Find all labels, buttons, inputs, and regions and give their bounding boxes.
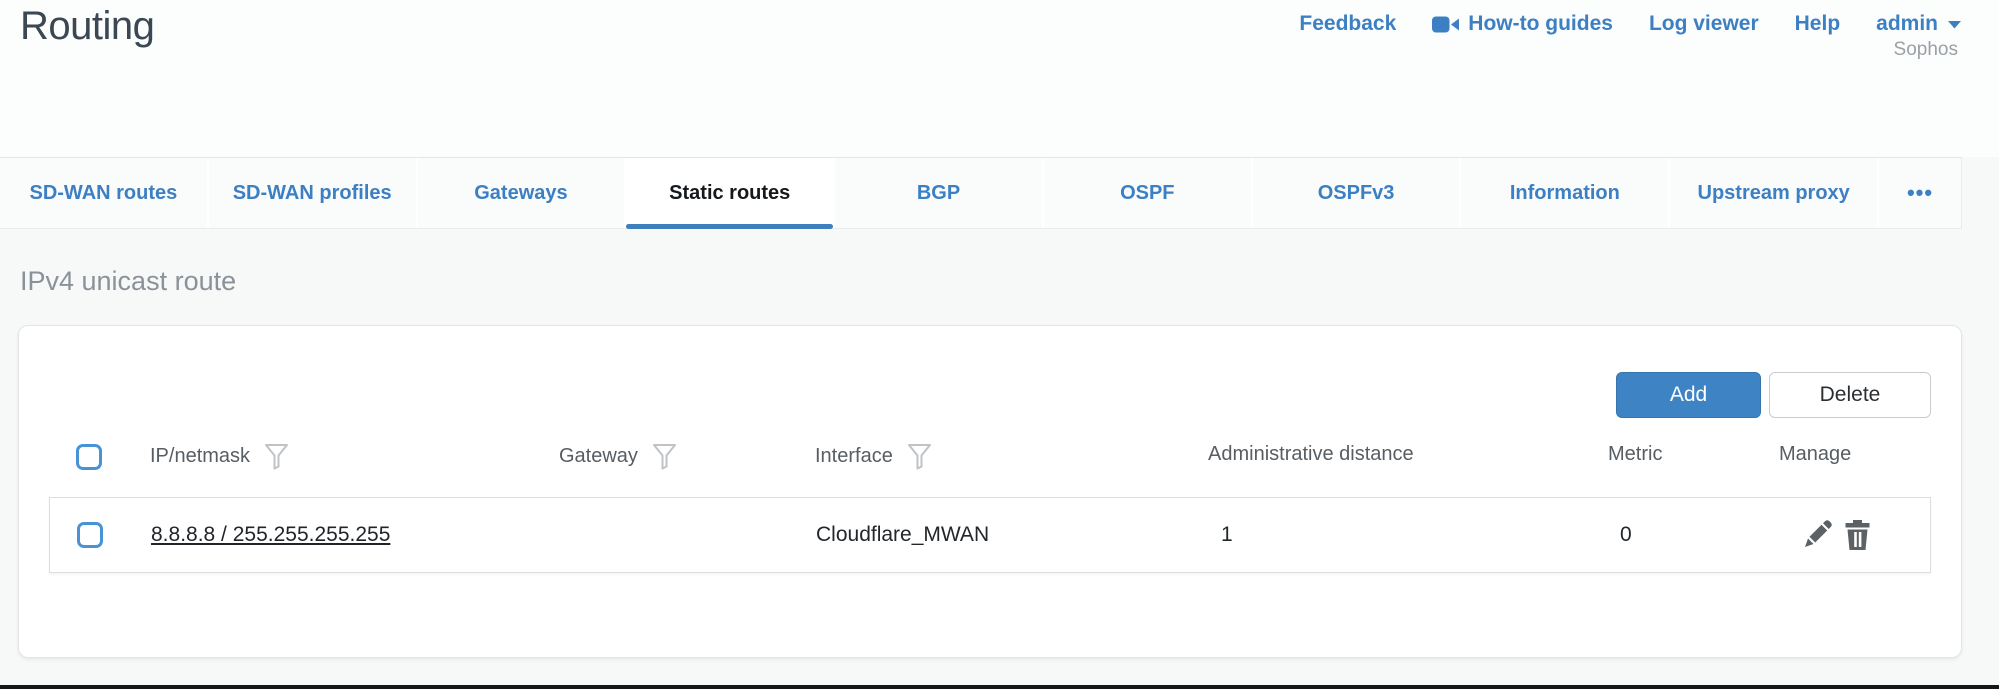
admin-distance-value: 1 (1221, 523, 1233, 547)
tab-ospfv3[interactable]: OSPFv3 (1253, 158, 1462, 228)
cell-metric: 0 (1620, 498, 1632, 572)
log-viewer-link-label: Log viewer (1649, 12, 1759, 36)
column-header-admin-distance: Administrative distance (1208, 443, 1414, 466)
cell-manage (1802, 498, 1871, 572)
column-header-interface: Interface (815, 443, 932, 470)
delete-button[interactable]: Delete (1769, 372, 1931, 418)
ip-netmask-link[interactable]: 8.8.8.8 / 255.255.255.255 (151, 523, 390, 547)
column-header-manage-label: Manage (1779, 443, 1851, 466)
cell-interface: Cloudflare_MWAN (816, 498, 989, 572)
tab-overflow-ellipsis[interactable]: ••• (1879, 158, 1961, 228)
feedback-link[interactable]: Feedback (1299, 12, 1396, 36)
tab-information[interactable]: Information (1461, 158, 1670, 228)
tab-ospf[interactable]: OSPF (1044, 158, 1253, 228)
howto-guides-link-label: How-to guides (1468, 12, 1613, 36)
static-routes-card: Add Delete IP/netmask Gateway Interface … (18, 325, 1962, 658)
row-checkbox[interactable] (77, 522, 103, 548)
screen-bottom-edge (0, 685, 1999, 689)
metric-value: 0 (1620, 523, 1632, 547)
account-name: Sophos (1894, 39, 1958, 61)
filter-funnel-icon[interactable] (264, 443, 289, 470)
admin-menu-label: admin (1876, 12, 1938, 36)
tab-gateways[interactable]: Gateways (418, 158, 627, 228)
add-button[interactable]: Add (1616, 372, 1761, 418)
routing-tab-bar: SD-WAN routes SD-WAN profiles Gateways S… (0, 157, 1962, 229)
delete-trash-icon[interactable] (1844, 520, 1871, 550)
admin-menu[interactable]: admin (1876, 12, 1962, 36)
tab-bgp[interactable]: BGP (835, 158, 1044, 228)
routing-page: Routing Feedback How-to guides Log viewe… (0, 0, 1999, 689)
top-bar: Routing Feedback How-to guides Log viewe… (0, 0, 1999, 157)
log-viewer-link[interactable]: Log viewer (1649, 12, 1759, 36)
cell-admin-distance: 1 (1221, 498, 1233, 572)
filter-funnel-icon[interactable] (907, 443, 932, 470)
tab-sdwan-profiles[interactable]: SD-WAN profiles (209, 158, 418, 228)
tab-sdwan-routes[interactable]: SD-WAN routes (0, 158, 209, 228)
column-header-interface-label: Interface (815, 445, 893, 468)
howto-guides-link[interactable]: How-to guides (1432, 12, 1613, 36)
column-header-ip-netmask-label: IP/netmask (150, 445, 250, 468)
select-all-checkbox[interactable] (76, 444, 102, 470)
video-camera-icon (1432, 15, 1459, 34)
column-header-gateway: Gateway (559, 443, 677, 470)
edit-pencil-icon[interactable] (1802, 520, 1832, 550)
column-header-manage: Manage (1779, 443, 1851, 466)
help-link-label: Help (1795, 12, 1841, 36)
feedback-link-label: Feedback (1299, 12, 1396, 36)
filter-funnel-icon[interactable] (652, 443, 677, 470)
tab-static-routes[interactable]: Static routes (626, 158, 835, 228)
help-link[interactable]: Help (1795, 12, 1841, 36)
column-header-metric: Metric (1608, 443, 1662, 466)
interface-value: Cloudflare_MWAN (816, 523, 989, 547)
cell-ip-netmask: 8.8.8.8 / 255.255.255.255 (151, 498, 390, 572)
chevron-down-icon (1947, 20, 1962, 29)
page-title: Routing (20, 4, 154, 49)
table-row: 8.8.8.8 / 255.255.255.255 Cloudflare_MWA… (49, 497, 1931, 573)
column-header-metric-label: Metric (1608, 443, 1662, 466)
tab-upstream-proxy[interactable]: Upstream proxy (1670, 158, 1879, 228)
top-links: Feedback How-to guides Log viewer Help a… (1299, 12, 1962, 36)
column-header-gateway-label: Gateway (559, 445, 638, 468)
column-header-ip-netmask: IP/netmask (150, 443, 289, 470)
column-header-admin-distance-label: Administrative distance (1208, 443, 1414, 466)
section-title: IPv4 unicast route (20, 266, 236, 297)
